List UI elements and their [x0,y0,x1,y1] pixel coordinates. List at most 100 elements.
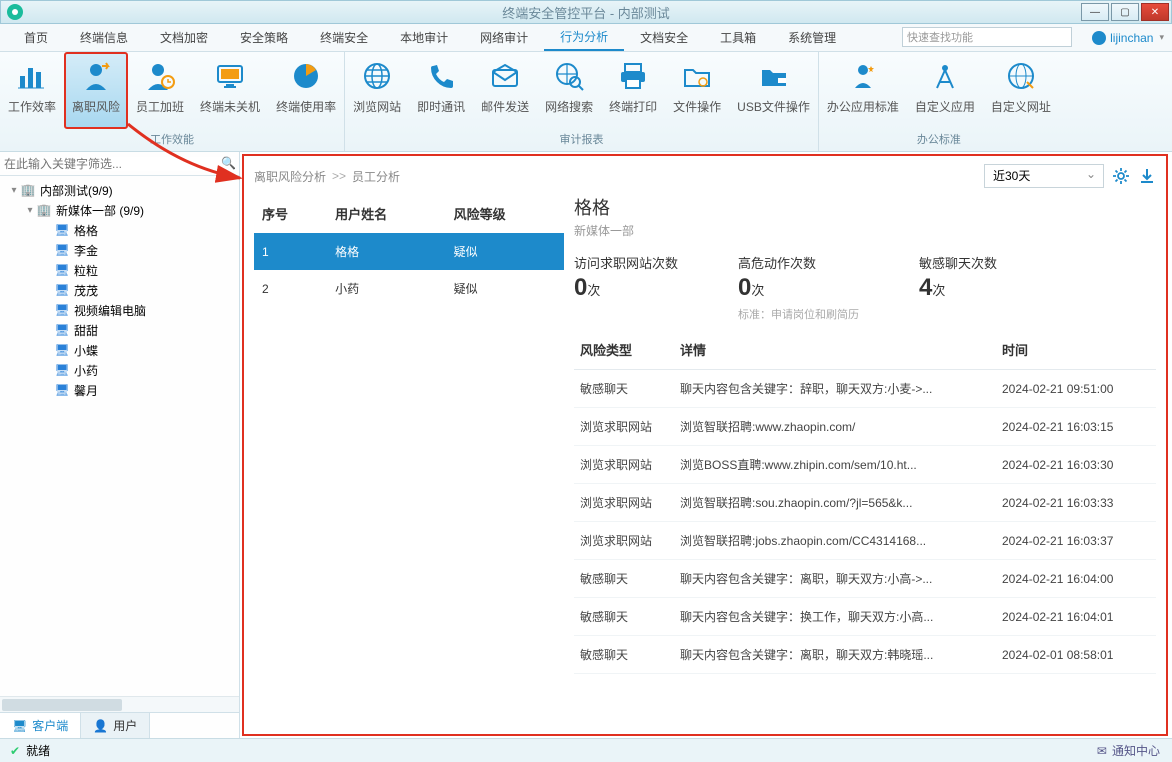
user-menu[interactable]: lijinchan ▾ [1092,24,1164,51]
org-icon: 🏢 [20,184,36,196]
menu-doc-security[interactable]: 文档安全 [624,24,704,51]
col-name: 用户姓名 [327,194,445,233]
pc-icon: 🖥 [54,324,70,336]
menu-security-policy[interactable]: 安全策略 [224,24,304,51]
menu-behavior-analysis[interactable]: 行为分析 [544,24,624,51]
menu-local-audit[interactable]: 本地审计 [384,24,464,51]
window-controls: — ▢ ✕ [1081,3,1169,21]
quick-search-input[interactable]: 快速查找功能 [902,27,1072,47]
tree-client[interactable]: 🖥视频编辑电脑 [0,300,239,320]
risk-row[interactable]: 敏感聊天聊天内容包含关键字：离职，聊天双方:韩晓瑶...2024-02-01 0… [574,636,1156,674]
ribbon-browse[interactable]: 浏览网站 [345,52,409,129]
menu-toolbox[interactable]: 工具箱 [704,24,772,51]
detail-name: 格格 [574,194,1156,220]
employee-row[interactable]: 1 格格 疑似 [254,233,564,270]
close-button[interactable]: ✕ [1141,3,1169,21]
folder-gear-icon [681,60,713,92]
risk-row[interactable]: 浏览求职网站浏览智联招聘:jobs.zhaopin.com/CC4314168.… [574,522,1156,560]
menu-doc-encrypt[interactable]: 文档加密 [144,24,224,51]
person-leave-icon [80,60,112,92]
globe-edit-icon [1005,60,1037,92]
ribbon-usage-rate[interactable]: 终端使用率 [268,52,344,129]
ribbon-custom-app[interactable]: 自定义应用 [907,52,983,129]
stat-sensitive-chat: 敏感聊天次数 4次 [919,253,997,322]
ribbon-group-label: 工作效能 [0,129,344,151]
stat-jobsite-visits: 访问求职网站次数 0次 [574,253,678,322]
ribbon-overtime[interactable]: 员工加班 [128,52,192,129]
tree-group[interactable]: ▾🏢新媒体一部 (9/9) [0,200,239,220]
date-range-select[interactable]: 近30天 [984,164,1104,188]
ribbon-office-std[interactable]: 办公应用标准 [819,52,907,129]
menu-terminal-info[interactable]: 终端信息 [64,24,144,51]
user-name: lijinchan [1110,31,1153,45]
ribbon-fileop[interactable]: 文件操作 [665,52,729,129]
ribbon-custom-url[interactable]: 自定义网址 [983,52,1059,129]
tree-client[interactable]: 🖥茂茂 [0,280,239,300]
risk-row[interactable]: 浏览求职网站浏览智联招聘:www.zhaopin.com/2024-02-21 … [574,408,1156,446]
tree-client[interactable]: 🖥粒粒 [0,260,239,280]
titlebar: 终端安全管控平台 - 内部测试 — ▢ ✕ [0,0,1172,24]
printer-icon [617,60,649,92]
menu-terminal-security[interactable]: 终端安全 [304,24,384,51]
phone-icon [425,60,457,92]
tree-client[interactable]: 🖥李金 [0,240,239,260]
menubar: 首页 终端信息 文档加密 安全策略 终端安全 本地审计 网络审计 行为分析 文档… [0,24,1172,52]
tree-client[interactable]: 🖥甜甜 [0,320,239,340]
notification-center[interactable]: ✉ 通知中心 [1097,742,1160,759]
minimize-button[interactable]: — [1081,3,1109,21]
sidebar-tab-client[interactable]: 🖥客户端 [0,713,81,738]
check-icon: ✔ [10,744,20,758]
sidebar-tab-user[interactable]: 👤用户 [81,713,150,738]
breadcrumb-item[interactable]: 离职风险分析 [254,168,326,185]
status-text: 就绪 [26,742,50,759]
ribbon-websearch[interactable]: 网络搜索 [537,52,601,129]
pie-chart-icon [290,60,322,92]
mail-icon: ✉ [1097,744,1107,758]
tree-client[interactable]: 🖥小药 [0,360,239,380]
ribbon-email[interactable]: 邮件发送 [473,52,537,129]
col-risk-type: 风险类型 [574,330,674,370]
ribbon-not-shutdown[interactable]: 终端未关机 [192,52,268,129]
content-panel: 离职风险分析 >> 员工分析 近30天 序号 用户姓名 风险等级 [242,154,1168,736]
ribbon-work-efficiency[interactable]: 工作效率 [0,52,64,129]
employee-row[interactable]: 2 小药 疑似 [254,270,564,307]
tree-client[interactable]: 🖥馨月 [0,380,239,400]
ribbon-im[interactable]: 即时通讯 [409,52,473,129]
stats-row: 访问求职网站次数 0次 高危动作次数 0次 标准：申请岗位和刷简历 敏感聊天次数… [574,253,1156,322]
ribbon-usb-fileop[interactable]: USB文件操作 [729,52,818,129]
ribbon-turnover-risk[interactable]: 离职风险 [64,52,128,129]
risk-row[interactable]: 浏览求职网站浏览BOSS直聘:www.zhipin.com/sem/10.ht.… [574,446,1156,484]
risk-row[interactable]: 敏感聊天聊天内容包含关键字：换工作，聊天双方:小高...2024-02-21 1… [574,598,1156,636]
pc-icon: 🖥 [54,224,70,236]
ribbon-print[interactable]: 终端打印 [601,52,665,129]
sidebar-scrollbar[interactable] [0,696,239,712]
sidebar: 🔍 ▾🏢内部测试(9/9) ▾🏢新媒体一部 (9/9) 🖥格格 🖥李金 🖥粒粒 … [0,152,240,738]
col-idx: 序号 [254,194,327,233]
stat-highrisk-actions: 高危动作次数 0次 标准：申请岗位和刷简历 [738,253,859,322]
maximize-button[interactable]: ▢ [1111,3,1139,21]
ribbon-group-workperf: 工作效率 离职风险 员工加班 终端未关机 终端使用率 工作效能 [0,52,345,151]
tree-client[interactable]: 🖥小蝶 [0,340,239,360]
risk-row[interactable]: 敏感聊天聊天内容包含关键字：辞职，聊天双方:小麦->...2024-02-21 … [574,370,1156,408]
risk-row[interactable]: 浏览求职网站浏览智联招聘:sou.zhaopin.com/?jl=565&k..… [574,484,1156,522]
search-icon[interactable]: 🔍 [221,156,235,170]
menu-network-audit[interactable]: 网络审计 [464,24,544,51]
menu-home[interactable]: 首页 [8,24,64,51]
globe-search-icon [553,60,585,92]
person-star-icon [847,60,879,92]
sidebar-filter[interactable]: 🔍 [0,152,239,176]
tree-root[interactable]: ▾🏢内部测试(9/9) [0,180,239,200]
col-time: 时间 [996,330,1156,370]
main-area: 🔍 ▾🏢内部测试(9/9) ▾🏢新媒体一部 (9/9) 🖥格格 🖥李金 🖥粒粒 … [0,152,1172,738]
download-icon[interactable] [1138,167,1156,185]
menu-system-mgmt[interactable]: 系统管理 [772,24,852,51]
pc-icon: 🖥 [54,244,70,256]
monitor-icon [214,60,246,92]
org-icon: 🏢 [36,204,52,216]
folder-usb-icon [758,60,790,92]
tree-client[interactable]: 🖥格格 [0,220,239,240]
pc-icon: 🖥 [54,264,70,276]
filter-input[interactable] [4,157,235,171]
gear-icon[interactable] [1112,167,1130,185]
risk-row[interactable]: 敏感聊天聊天内容包含关键字：离职，聊天双方:小高->...2024-02-21 … [574,560,1156,598]
